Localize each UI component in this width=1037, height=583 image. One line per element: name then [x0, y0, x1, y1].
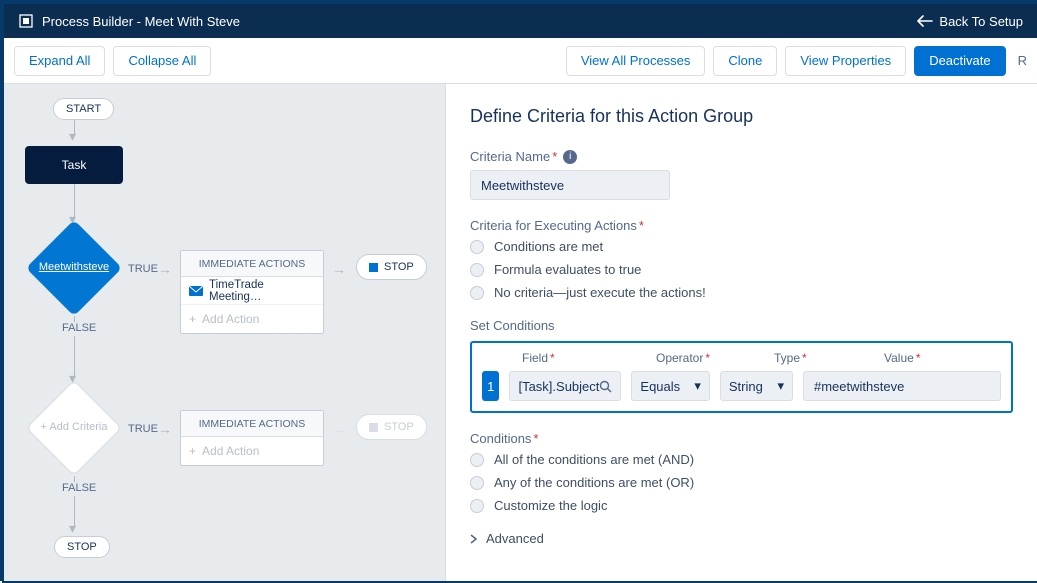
conditions-label: Conditions [470, 431, 1013, 446]
criteria-name-input[interactable] [470, 170, 670, 200]
radio-icon [470, 499, 484, 513]
toolbar-overflow: R [1014, 53, 1027, 68]
radio-custom-logic[interactable]: Customize the logic [470, 498, 1013, 513]
arrow-down-icon: ▾ [69, 128, 76, 145]
clone-button[interactable]: Clone [713, 46, 777, 76]
criteria-node-meetwithsteve[interactable]: Meetwithsteve [26, 220, 122, 316]
process-canvas[interactable]: START ▾ Task ▾ Meetwithsteve TRUE → IMME… [4, 84, 446, 581]
col-type: Type [774, 351, 807, 365]
collapse-all-button[interactable]: Collapse All [113, 46, 211, 76]
advanced-toggle[interactable]: Advanced [470, 531, 1013, 546]
true-label: TRUE [128, 263, 158, 275]
chevron-right-icon [470, 534, 478, 544]
mail-icon [189, 286, 203, 296]
connector [74, 316, 75, 322]
radio-all-and[interactable]: All of the conditions are met (AND) [470, 452, 1013, 467]
toolbar: Expand All Collapse All View All Process… [4, 38, 1037, 84]
arrow-down-icon: ▾ [69, 520, 76, 537]
info-icon[interactable]: i [563, 150, 577, 164]
radio-icon [470, 476, 484, 490]
header-left: Process Builder - Meet With Steve [18, 13, 240, 29]
search-icon [599, 380, 612, 393]
false-label: FALSE [62, 322, 96, 334]
app-header: Process Builder - Meet With Steve Back T… [4, 4, 1037, 38]
criteria-label: + Add Criteria [26, 421, 122, 433]
arrow-left-icon [917, 15, 933, 27]
immediate-actions-header: IMMEDIATE ACTIONS [181, 411, 323, 437]
page-title: Process Builder - Meet With Steve [42, 14, 240, 29]
chevron-down-icon: ▾ [694, 378, 701, 394]
action-label: TimeTrade Meeting… [209, 279, 315, 303]
radio-icon [470, 453, 484, 467]
radio-icon [470, 286, 484, 300]
chevron-down-icon: ▾ [777, 378, 784, 394]
stop-icon [369, 263, 378, 272]
conditions-header-row: Field Operator Type Value [482, 351, 1001, 365]
true-label: TRUE [128, 423, 158, 435]
start-node[interactable]: START [53, 98, 114, 120]
view-properties-button[interactable]: View Properties [785, 46, 906, 76]
value-input[interactable] [803, 371, 1001, 401]
plus-icon: + [189, 312, 196, 326]
arrow-right-icon: → [158, 261, 172, 277]
radio-conditions-met[interactable]: Conditions are met [470, 239, 1013, 254]
radio-formula-true[interactable]: Formula evaluates to true [470, 262, 1013, 277]
col-value: Value [884, 351, 920, 365]
criteria-name-label: Criteria Name i [470, 149, 1013, 164]
row-index: 1 [482, 371, 499, 401]
back-to-setup-link[interactable]: Back To Setup [917, 14, 1023, 29]
arrow-right-icon: → [332, 421, 346, 437]
connector [74, 476, 75, 482]
deactivate-button[interactable]: Deactivate [914, 46, 1005, 76]
immediate-actions-box-2: IMMEDIATE ACTIONS + Add Action [180, 410, 324, 466]
view-all-processes-button[interactable]: View All Processes [566, 46, 706, 76]
stop-node-end[interactable]: STOP [54, 536, 110, 558]
add-action-link[interactable]: + Add Action [181, 437, 323, 465]
criteria-label: Meetwithsteve [26, 261, 122, 273]
immediate-actions-box-1: IMMEDIATE ACTIONS TimeTrade Meeting… + A… [180, 250, 324, 334]
back-label: Back To Setup [939, 14, 1023, 29]
stop-node-2-disabled: STOP [356, 414, 427, 440]
immediate-actions-header: IMMEDIATE ACTIONS [181, 251, 323, 277]
criteria-node-add[interactable]: + Add Criteria [26, 380, 122, 476]
expand-all-button[interactable]: Expand All [14, 46, 105, 76]
conditions-container: Field Operator Type Value 1 [Task].Subje… [470, 341, 1013, 413]
col-operator: Operator [656, 351, 710, 365]
object-node-task[interactable]: Task [25, 146, 123, 184]
add-action-link[interactable]: + Add Action [181, 305, 323, 333]
radio-no-criteria[interactable]: No criteria—just execute the actions! [470, 285, 1013, 300]
field-lookup[interactable]: [Task].Subject [509, 371, 621, 401]
col-field: Field [522, 351, 555, 365]
detail-panel: Define Criteria for this Action Group Cr… [446, 84, 1037, 581]
stop-icon [369, 423, 378, 432]
stop-node-1[interactable]: STOP [356, 254, 427, 280]
arrow-right-icon: → [158, 421, 172, 437]
radio-icon [470, 240, 484, 254]
type-select[interactable]: String ▾ [720, 371, 793, 401]
set-conditions-label: Set Conditions [470, 318, 1013, 333]
exec-criteria-label: Criteria for Executing Actions [470, 218, 1013, 233]
condition-row-1: 1 [Task].Subject Equals ▾ String ▾ [482, 371, 1001, 401]
action-item-timetrade[interactable]: TimeTrade Meeting… [181, 277, 323, 305]
app-icon [18, 13, 34, 29]
radio-icon [470, 263, 484, 277]
panel-title: Define Criteria for this Action Group [470, 106, 1013, 127]
arrow-right-icon: → [332, 261, 346, 277]
operator-select[interactable]: Equals ▾ [631, 371, 709, 401]
plus-icon: + [189, 444, 196, 458]
false-label: FALSE [62, 482, 96, 494]
radio-any-or[interactable]: Any of the conditions are met (OR) [470, 475, 1013, 490]
